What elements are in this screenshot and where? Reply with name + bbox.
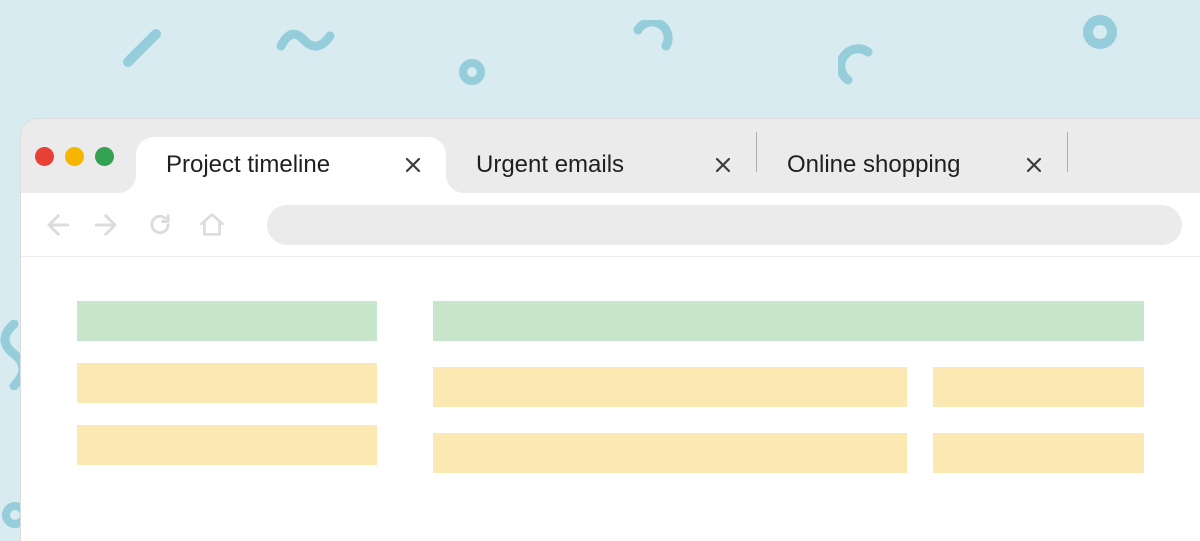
content-block	[77, 363, 377, 403]
decoration-arc-icon	[630, 20, 674, 64]
decoration-line-icon	[122, 28, 162, 68]
content-block	[77, 425, 377, 465]
decoration-arc-icon	[838, 44, 882, 88]
minimize-window-button[interactable]	[65, 147, 84, 166]
content-block	[433, 367, 907, 407]
decoration-ring-icon	[456, 56, 488, 88]
page-content	[21, 257, 1200, 473]
tab-label: Project timeline	[166, 151, 330, 179]
content-block	[933, 367, 1144, 407]
content-block	[433, 301, 1144, 341]
content-block	[77, 301, 377, 341]
tab-label: Online shopping	[787, 151, 960, 179]
address-bar[interactable]	[267, 205, 1182, 245]
content-column-left	[77, 301, 377, 473]
tab-online-shopping[interactable]: Online shopping	[757, 137, 1067, 193]
decoration-ring-icon	[1080, 12, 1120, 52]
browser-window: Project timeline Urgent emails Online sh…	[20, 118, 1200, 541]
content-block	[433, 433, 907, 473]
tab-project-timeline[interactable]: Project timeline	[136, 137, 446, 193]
close-tab-button[interactable]	[712, 154, 734, 176]
back-button[interactable]	[39, 208, 73, 242]
tab-strip: Project timeline Urgent emails Online sh…	[21, 119, 1200, 193]
close-window-button[interactable]	[35, 147, 54, 166]
forward-button[interactable]	[91, 208, 125, 242]
tab-separator	[1067, 132, 1068, 172]
tabs: Project timeline Urgent emails Online sh…	[136, 119, 1200, 193]
home-button[interactable]	[195, 208, 229, 242]
maximize-window-button[interactable]	[95, 147, 114, 166]
decoration-squiggle-icon	[276, 22, 336, 58]
content-block	[933, 433, 1144, 473]
reload-button[interactable]	[143, 208, 177, 242]
tab-urgent-emails[interactable]: Urgent emails	[446, 137, 756, 193]
toolbar	[21, 193, 1200, 257]
close-tab-button[interactable]	[1023, 154, 1045, 176]
tab-label: Urgent emails	[476, 151, 624, 179]
close-tab-button[interactable]	[402, 154, 424, 176]
